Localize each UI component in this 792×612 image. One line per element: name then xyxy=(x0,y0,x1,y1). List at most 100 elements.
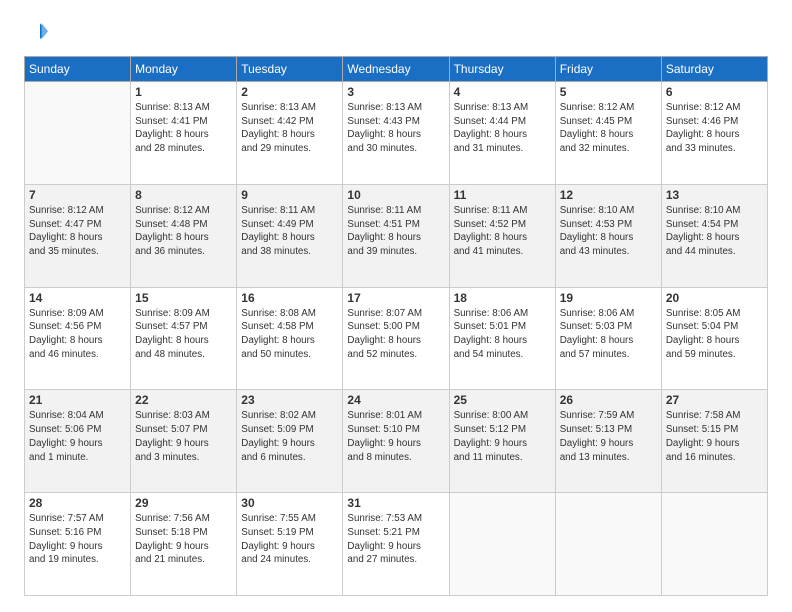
day-number: 21 xyxy=(29,393,126,407)
day-info: Sunrise: 8:04 AMSunset: 5:06 PMDaylight:… xyxy=(29,409,126,464)
day-info: Sunrise: 8:10 AMSunset: 4:54 PMDaylight:… xyxy=(666,204,763,259)
day-number: 15 xyxy=(135,291,232,305)
calendar-cell xyxy=(449,493,555,596)
day-info: Sunrise: 8:13 AMSunset: 4:43 PMDaylight:… xyxy=(347,101,444,156)
calendar-cell: 2Sunrise: 8:13 AMSunset: 4:42 PMDaylight… xyxy=(237,82,343,185)
calendar-cell: 7 Sunrise: 8:12 AMSunset: 4:47 PMDaylight… xyxy=(25,184,131,287)
calendar-cell: 29 Sunrise: 7:56 AMSunset: 5:18 PMDayligh… xyxy=(131,493,237,596)
day-number: 11 xyxy=(454,188,551,202)
day-info: Sunrise: 8:08 AMSunset: 4:58 PMDaylight:… xyxy=(241,307,338,362)
day-info: Sunrise: 8:01 AMSunset: 5:10 PMDaylight:… xyxy=(347,409,444,464)
page: SundayMondayTuesdayWednesdayThursdayFrid… xyxy=(0,0,792,612)
day-info: Sunrise: 8:06 AMSunset: 5:03 PMDaylight:… xyxy=(560,307,657,362)
calendar-cell xyxy=(661,493,767,596)
calendar-cell: 11 Sunrise: 8:11 AMSunset: 4:52 PMDayligh… xyxy=(449,184,555,287)
day-number: 14 xyxy=(29,291,126,305)
weekday-header: Wednesday xyxy=(343,57,449,82)
weekday-header: Friday xyxy=(555,57,661,82)
calendar-cell: 23 Sunrise: 8:02 AMSunset: 5:09 PMDayligh… xyxy=(237,390,343,493)
day-info: Sunrise: 8:12 AMSunset: 4:47 PMDaylight:… xyxy=(29,204,126,259)
day-number: 3 xyxy=(347,85,444,99)
day-info: Sunrise: 8:03 AMSunset: 5:07 PMDaylight:… xyxy=(135,409,232,464)
calendar-cell: 13 Sunrise: 8:10 AMSunset: 4:54 PMDayligh… xyxy=(661,184,767,287)
calendar-week-row: 14Sunrise: 8:09 AMSunset: 4:56 PMDayligh… xyxy=(25,287,768,390)
day-number: 1 xyxy=(135,85,232,99)
day-number: 5 xyxy=(560,85,657,99)
day-number: 4 xyxy=(454,85,551,99)
weekday-header: Tuesday xyxy=(237,57,343,82)
calendar-cell: 27 Sunrise: 7:58 AMSunset: 5:15 PMDayligh… xyxy=(661,390,767,493)
calendar-week-row: 21 Sunrise: 8:04 AMSunset: 5:06 PMDayligh… xyxy=(25,390,768,493)
day-number: 23 xyxy=(241,393,338,407)
day-number: 25 xyxy=(454,393,551,407)
day-number: 10 xyxy=(347,188,444,202)
calendar-cell xyxy=(555,493,661,596)
calendar-cell: 20 Sunrise: 8:05 AMSunset: 5:04 PMDayligh… xyxy=(661,287,767,390)
day-number: 27 xyxy=(666,393,763,407)
day-info: Sunrise: 7:56 AMSunset: 5:18 PMDaylight:… xyxy=(135,512,232,567)
day-number: 8 xyxy=(135,188,232,202)
day-info: Sunrise: 8:11 AMSunset: 4:49 PMDaylight:… xyxy=(241,204,338,259)
day-info: Sunrise: 8:09 AMSunset: 4:57 PMDaylight:… xyxy=(135,307,232,362)
calendar-week-row: 7 Sunrise: 8:12 AMSunset: 4:47 PMDaylight… xyxy=(25,184,768,287)
calendar-cell xyxy=(25,82,131,185)
day-number: 22 xyxy=(135,393,232,407)
logo-icon xyxy=(24,20,48,44)
day-info: Sunrise: 7:55 AMSunset: 5:19 PMDaylight:… xyxy=(241,512,338,567)
calendar: SundayMondayTuesdayWednesdayThursdayFrid… xyxy=(24,56,768,596)
day-info: Sunrise: 7:53 AMSunset: 5:21 PMDaylight:… xyxy=(347,512,444,567)
day-info: Sunrise: 8:13 AMSunset: 4:44 PMDaylight:… xyxy=(454,101,551,156)
calendar-cell: 10 Sunrise: 8:11 AMSunset: 4:51 PMDayligh… xyxy=(343,184,449,287)
calendar-cell: 4 Sunrise: 8:13 AMSunset: 4:44 PMDaylight… xyxy=(449,82,555,185)
calendar-cell: 26 Sunrise: 7:59 AMSunset: 5:13 PMDayligh… xyxy=(555,390,661,493)
calendar-cell: 12Sunrise: 8:10 AMSunset: 4:53 PMDayligh… xyxy=(555,184,661,287)
day-number: 13 xyxy=(666,188,763,202)
weekday-header: Thursday xyxy=(449,57,555,82)
day-number: 9 xyxy=(241,188,338,202)
calendar-cell: 19 Sunrise: 8:06 AMSunset: 5:03 PMDayligh… xyxy=(555,287,661,390)
day-info: Sunrise: 8:12 AMSunset: 4:45 PMDaylight:… xyxy=(560,101,657,156)
day-number: 31 xyxy=(347,496,444,510)
calendar-cell: 22 Sunrise: 8:03 AMSunset: 5:07 PMDayligh… xyxy=(131,390,237,493)
calendar-cell: 28Sunrise: 7:57 AMSunset: 5:16 PMDayligh… xyxy=(25,493,131,596)
day-number: 7 xyxy=(29,188,126,202)
day-number: 29 xyxy=(135,496,232,510)
day-info: Sunrise: 8:00 AMSunset: 5:12 PMDaylight:… xyxy=(454,409,551,464)
calendar-cell: 6 Sunrise: 8:12 AMSunset: 4:46 PMDaylight… xyxy=(661,82,767,185)
logo xyxy=(24,20,52,44)
day-number: 18 xyxy=(454,291,551,305)
calendar-cell: 16 Sunrise: 8:08 AMSunset: 4:58 PMDayligh… xyxy=(237,287,343,390)
calendar-cell: 25 Sunrise: 8:00 AMSunset: 5:12 PMDayligh… xyxy=(449,390,555,493)
day-info: Sunrise: 8:06 AMSunset: 5:01 PMDaylight:… xyxy=(454,307,551,362)
calendar-cell: 9 Sunrise: 8:11 AMSunset: 4:49 PMDaylight… xyxy=(237,184,343,287)
weekday-header: Monday xyxy=(131,57,237,82)
day-info: Sunrise: 8:10 AMSunset: 4:53 PMDaylight:… xyxy=(560,204,657,259)
day-info: Sunrise: 8:12 AMSunset: 4:46 PMDaylight:… xyxy=(666,101,763,156)
day-number: 24 xyxy=(347,393,444,407)
day-info: Sunrise: 7:59 AMSunset: 5:13 PMDaylight:… xyxy=(560,409,657,464)
calendar-cell: 14Sunrise: 8:09 AMSunset: 4:56 PMDayligh… xyxy=(25,287,131,390)
header xyxy=(24,20,768,44)
calendar-cell: 17Sunrise: 8:07 AMSunset: 5:00 PMDayligh… xyxy=(343,287,449,390)
day-info: Sunrise: 8:13 AMSunset: 4:41 PMDaylight:… xyxy=(135,101,232,156)
calendar-header-row: SundayMondayTuesdayWednesdayThursdayFrid… xyxy=(25,57,768,82)
calendar-week-row: 28Sunrise: 7:57 AMSunset: 5:16 PMDayligh… xyxy=(25,493,768,596)
day-number: 26 xyxy=(560,393,657,407)
day-info: Sunrise: 8:05 AMSunset: 5:04 PMDaylight:… xyxy=(666,307,763,362)
calendar-cell: 3 Sunrise: 8:13 AMSunset: 4:43 PMDaylight… xyxy=(343,82,449,185)
day-number: 20 xyxy=(666,291,763,305)
day-info: Sunrise: 8:11 AMSunset: 4:51 PMDaylight:… xyxy=(347,204,444,259)
calendar-week-row: 1 Sunrise: 8:13 AMSunset: 4:41 PMDaylight… xyxy=(25,82,768,185)
day-number: 19 xyxy=(560,291,657,305)
weekday-header: Sunday xyxy=(25,57,131,82)
day-number: 16 xyxy=(241,291,338,305)
day-info: Sunrise: 8:11 AMSunset: 4:52 PMDaylight:… xyxy=(454,204,551,259)
day-number: 6 xyxy=(666,85,763,99)
day-info: Sunrise: 7:58 AMSunset: 5:15 PMDaylight:… xyxy=(666,409,763,464)
weekday-header: Saturday xyxy=(661,57,767,82)
calendar-cell: 1 Sunrise: 8:13 AMSunset: 4:41 PMDaylight… xyxy=(131,82,237,185)
calendar-cell: 21 Sunrise: 8:04 AMSunset: 5:06 PMDayligh… xyxy=(25,390,131,493)
day-number: 2 xyxy=(241,85,338,99)
day-info: Sunrise: 7:57 AMSunset: 5:16 PMDaylight:… xyxy=(29,512,126,567)
day-info: Sunrise: 8:02 AMSunset: 5:09 PMDaylight:… xyxy=(241,409,338,464)
